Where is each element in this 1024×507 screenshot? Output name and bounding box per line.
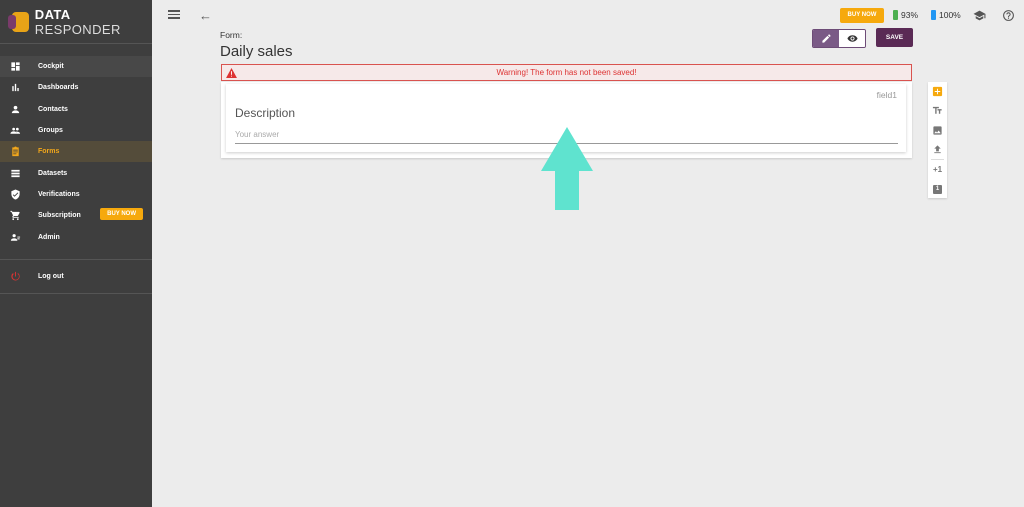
sidebar-item-groups[interactable]: Groups [0, 120, 152, 141]
field-id: field1 [876, 90, 897, 100]
admin-icon [9, 232, 21, 242]
sidebar-item-verifications[interactable]: Verifications [0, 184, 152, 205]
add-box-icon [932, 87, 943, 97]
sidebar-item-logout[interactable]: Log out [0, 266, 152, 287]
group-icon [9, 126, 21, 136]
app-logo[interactable]: DATA RESPONDER [0, 0, 152, 44]
warning-text: Warning! The form has not been saved! [496, 68, 637, 77]
sidebar-item-label: Datasets [38, 169, 68, 177]
sidebar-item-label: Contacts [38, 105, 68, 113]
back-arrow-icon[interactable]: ← [199, 8, 212, 23]
sidebar-divider [0, 258, 152, 260]
pencil-icon [821, 34, 831, 43]
save-button[interactable]: SAVE [876, 28, 913, 47]
buy-now-button[interactable]: BUY NOW [840, 8, 884, 23]
stat-value: 100% [939, 10, 961, 20]
sidebar-item-label: Cockpit [38, 63, 64, 71]
sidebar-item-forms[interactable]: Forms [0, 141, 152, 163]
upload-icon [934, 145, 941, 154]
battery-blue-icon [931, 10, 936, 20]
battery-stat-blue: 100% [931, 10, 961, 20]
help-icon[interactable] [1002, 9, 1015, 22]
sidebar-item-admin[interactable]: Admin [0, 226, 152, 247]
sidebar-item-datasets[interactable]: Datasets [0, 162, 152, 183]
plus-one-icon: +1 [932, 165, 943, 175]
sidebar-item-label: Verifications [38, 190, 80, 198]
unsaved-warning-banner: Warning! The form has not been saved! [221, 64, 912, 81]
sidebar-item-label: Admin [38, 233, 60, 241]
brand-name-light: RESPONDER [34, 21, 121, 37]
sidebar-nav: Cockpit Dashboards Contacts Groups Forms… [0, 56, 152, 294]
sidebar-item-label: Log out [38, 272, 64, 280]
image-icon [933, 126, 942, 135]
bar-chart-icon [9, 83, 21, 93]
upload-button[interactable] [928, 140, 947, 159]
power-icon [9, 271, 21, 281]
brand-name-bold: DATA [34, 6, 71, 22]
hamburger-menu-icon[interactable] [168, 10, 180, 20]
sidebar-item-contacts[interactable]: Contacts [0, 99, 152, 120]
dashboard-icon [9, 62, 21, 72]
eye-icon [846, 35, 858, 42]
form-label: Form: [220, 30, 243, 40]
edit-mode-button[interactable] [813, 30, 839, 47]
list-icon [9, 168, 21, 178]
add-image-button[interactable] [928, 121, 947, 140]
edit-preview-toggle [812, 29, 866, 48]
number-badge-icon: 1 [933, 184, 942, 194]
graduation-cap-icon[interactable] [973, 9, 986, 22]
numbered-field-button[interactable]: 1 [928, 179, 947, 198]
logo-icon [8, 11, 29, 32]
sidebar-item-label: Forms [38, 148, 60, 156]
stat-value: 93% [901, 10, 919, 20]
sidebar-item-label: Dashboards [38, 84, 79, 92]
battery-stat-green: 93% [893, 10, 918, 20]
preview-mode-button[interactable] [839, 30, 865, 47]
cart-icon [9, 211, 21, 221]
sidebar-item-subscription[interactable]: Subscription BUY NOW [0, 205, 152, 226]
sidebar-divider [0, 292, 152, 294]
sidebar-item-label: Subscription [38, 212, 81, 220]
clipboard-icon [9, 146, 21, 157]
pointer-arrow-icon [541, 127, 593, 210]
sidebar-buy-now-button[interactable]: BUY NOW [100, 208, 143, 221]
sidebar: DATA RESPONDER Cockpit Dashboards Contac… [0, 0, 152, 507]
sidebar-item-label: Groups [38, 127, 63, 135]
warning-icon [226, 68, 237, 78]
field-toolbar: +1 1 [928, 82, 947, 198]
person-icon [9, 104, 21, 114]
field-description: Description [235, 106, 296, 120]
sidebar-item-cockpit[interactable]: Cockpit [0, 56, 152, 78]
sidebar-item-dashboards[interactable]: Dashboards [0, 77, 152, 98]
page-title: Daily sales [220, 43, 293, 60]
add-field-button[interactable] [928, 82, 947, 101]
shield-check-icon [9, 189, 21, 200]
plus-one-button[interactable]: +1 [928, 160, 947, 179]
battery-green-icon [893, 10, 898, 20]
add-title-button[interactable] [928, 101, 947, 120]
text-fields-icon [932, 107, 942, 115]
